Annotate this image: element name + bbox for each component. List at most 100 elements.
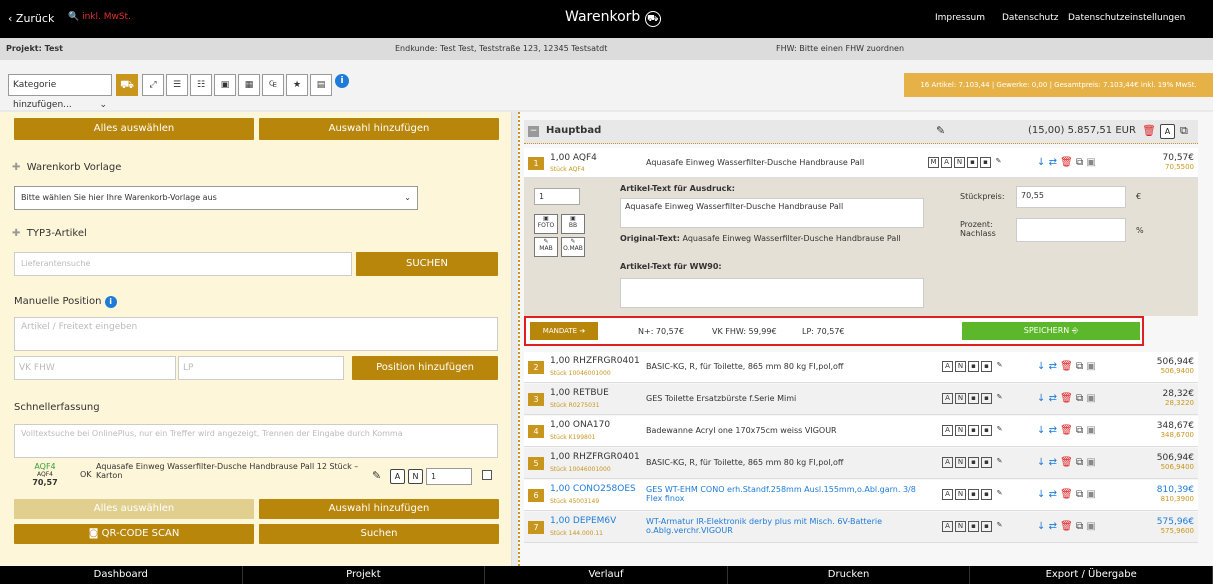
n-icon[interactable]: N	[955, 361, 966, 372]
n-icon[interactable]: N	[955, 393, 966, 404]
lock-icon[interactable]: ▪	[968, 361, 979, 372]
lock-icon[interactable]: ▪	[968, 393, 979, 404]
qr-scan-button[interactable]: ◙ QR-CODE SCAN	[14, 524, 254, 544]
cart-item[interactable]: 6 1,00 CONO258OES Stück 45003149 GES WT-EHM…	[524, 480, 1198, 511]
arrow-down-icon[interactable]: ↓	[1037, 457, 1045, 468]
quick-qty-input[interactable]: 1	[426, 468, 472, 485]
nav-export[interactable]: Export / Übergabe	[970, 566, 1213, 584]
lock-icon[interactable]: ▪	[967, 157, 978, 168]
supplier-search-input[interactable]: Lieferantensuche	[14, 252, 352, 276]
cart-item-1[interactable]: 1 1,00 AQF4 Stück AQF4 Aquasafe Einweg W…	[524, 148, 1198, 178]
add-position-button[interactable]: Position hinzufügen	[352, 356, 498, 380]
edit-icon[interactable]: ✎	[372, 469, 381, 482]
cart-add-button[interactable]: ⛟	[116, 74, 138, 96]
n-icon[interactable]: N	[955, 521, 966, 532]
edit-icon[interactable]: ✎	[936, 124, 945, 137]
ww90-input[interactable]	[620, 278, 924, 308]
edit-icon[interactable]: ✎	[994, 521, 1005, 532]
swap-icon[interactable]: ⇄	[1049, 489, 1057, 500]
arrow-down-icon[interactable]: ↓	[1037, 157, 1045, 168]
add-selection-button-2[interactable]: Auswahl hinzufügen	[259, 499, 499, 519]
swap-icon[interactable]: ⇄	[1049, 425, 1057, 436]
unit-price-input[interactable]: 70,55	[1016, 186, 1126, 208]
gear-icon[interactable]: ▪	[981, 425, 992, 436]
mab-button[interactable]: ✎ MAB	[534, 237, 558, 257]
arrow-down-icon[interactable]: ↓	[1037, 361, 1045, 372]
omab-button[interactable]: ✎ O.MAB	[561, 237, 585, 257]
calculator-icon[interactable]: ▦	[238, 74, 260, 96]
lock-icon[interactable]: ▪	[968, 457, 979, 468]
link-datenschutz[interactable]: Datenschutz	[1002, 13, 1059, 23]
template-section[interactable]: ✚ Warenkorb Vorlage	[12, 162, 121, 173]
quick-checkbox[interactable]	[482, 470, 492, 480]
add-selection-button[interactable]: Auswahl hinzufügen	[259, 118, 499, 140]
mandate-button[interactable]: MANDATE ➔	[530, 322, 598, 340]
cart-item[interactable]: 4 1,00 ONA170 Stück K199801 Badewanne Acryl…	[524, 416, 1198, 447]
trash-icon[interactable]: 🗑	[1142, 124, 1156, 137]
gear-icon[interactable]: ▪	[981, 521, 992, 532]
swap-icon[interactable]: ⇄	[1049, 393, 1057, 404]
copy-icon[interactable]: ⧉	[1076, 425, 1083, 436]
info-icon[interactable]: i	[335, 74, 349, 88]
edit-icon[interactable]: ✎	[994, 457, 1005, 468]
copy-icon[interactable]: ⧉	[1076, 489, 1083, 500]
edit-icon[interactable]: ✎	[994, 393, 1005, 404]
gear-icon[interactable]: ▪	[980, 157, 991, 168]
swap-icon[interactable]: ⇄	[1049, 361, 1057, 372]
copy-icon[interactable]: ⧉	[1076, 521, 1083, 532]
typ3-section[interactable]: ✚ TYP3-Artikel	[12, 228, 87, 239]
a-icon[interactable]: A	[942, 361, 953, 372]
search-button[interactable]: SUCHEN	[356, 252, 498, 276]
swap-icon[interactable]: ⇄	[1049, 521, 1057, 532]
arrow-down-icon[interactable]: ↓	[1037, 425, 1045, 436]
gear-icon[interactable]: ▪	[981, 361, 992, 372]
lock-icon[interactable]: ▪	[968, 425, 979, 436]
edit-icon[interactable]: ✎	[994, 361, 1005, 372]
nav-verlauf[interactable]: Verlauf	[485, 566, 728, 584]
a-icon[interactable]: A	[942, 521, 953, 532]
list-icon[interactable]: ☰	[166, 74, 188, 96]
article-text-input[interactable]: Aquasafe Einweg Wasserfilter-Dusche Hand…	[620, 198, 924, 228]
foto-button[interactable]: ▣ FOTO	[534, 214, 558, 234]
edit-icon[interactable]: ✎	[993, 157, 1004, 168]
trash-icon[interactable]: 🗑	[1060, 425, 1073, 436]
image-icon[interactable]: ▣	[1086, 361, 1095, 372]
select-all-button[interactable]: Alles auswählen	[14, 118, 254, 140]
n-icon[interactable]: N	[955, 489, 966, 500]
image-icon[interactable]: ▣	[1086, 457, 1095, 468]
detail-qty-input[interactable]: 1	[534, 188, 580, 205]
trash-icon[interactable]: 🗑	[1060, 521, 1073, 532]
n-icon[interactable]: N	[955, 457, 966, 468]
list-delete-icon[interactable]: ☷	[190, 74, 212, 96]
edit-icon[interactable]: ✎	[994, 489, 1005, 500]
percent-input[interactable]	[1016, 218, 1126, 242]
gear-icon[interactable]: ▪	[981, 489, 992, 500]
gear-icon[interactable]: ▪	[981, 457, 992, 468]
copy-icon[interactable]: ⧉	[1076, 457, 1083, 468]
swap-icon[interactable]: ⇄	[1049, 157, 1057, 168]
quick-search-input[interactable]: Volltextsuche bei OnlinePlus, nur ein Tr…	[14, 424, 498, 458]
trash-icon[interactable]: 🗑	[1060, 489, 1073, 500]
copy-icon[interactable]: ⧉	[1076, 157, 1083, 168]
save-button[interactable]: SPEICHERN ⎆	[962, 322, 1140, 340]
article-input[interactable]: Artikel / Freitext eingeben	[14, 317, 498, 351]
info-icon[interactable]: i	[104, 296, 117, 308]
cart-item[interactable]: 7 1,00 DEPEM6V Stück 144.000.11 WT-Armatur …	[524, 512, 1198, 543]
cart-item[interactable]: 3 1,00 RETBUE Stück R0275031 GES Toilette E…	[524, 384, 1198, 415]
n-icon[interactable]: N	[955, 425, 966, 436]
a-icon[interactable]: A	[942, 457, 953, 468]
image-icon[interactable]: ▣	[1086, 521, 1095, 532]
a-icon[interactable]: A	[942, 425, 953, 436]
a-icon[interactable]: A	[942, 393, 953, 404]
trash-icon[interactable]: 🗑	[1060, 393, 1073, 404]
lp-input[interactable]: LP	[178, 356, 344, 380]
image-icon[interactable]: ▣	[1086, 425, 1095, 436]
vat-toggle[interactable]: 🔍 inkl. MwSt.	[68, 12, 131, 22]
n-icon[interactable]: N	[408, 469, 423, 484]
arrow-down-icon[interactable]: ↓	[1037, 393, 1045, 404]
copy-icon[interactable]: ⧉	[1076, 393, 1083, 404]
bb-button[interactable]: ▣ BB	[561, 214, 585, 234]
link-datenschutzeinstellungen[interactable]: Datenschutzeinstellungen	[1068, 13, 1185, 23]
save-icon[interactable]: ▤	[310, 74, 332, 96]
category-select[interactable]: Kategorie hinzufügen... ⌄	[8, 74, 112, 110]
